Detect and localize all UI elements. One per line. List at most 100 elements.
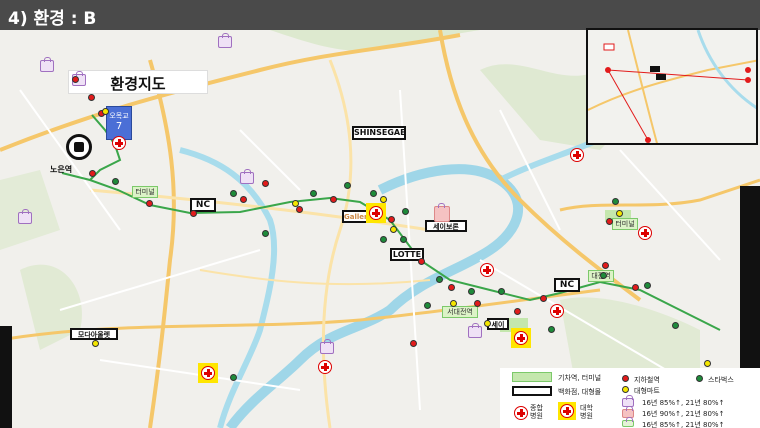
starbucks-dot[interactable] [436,276,443,283]
university-hospital-icon[interactable] [366,203,386,223]
edge-bar-left [0,326,12,428]
terminal-label-west[interactable]: 터미널 [132,186,158,198]
legend-dept-swatch [512,386,552,396]
starbucks-dot[interactable] [672,322,679,329]
mart-dot[interactable] [92,340,99,347]
subway-dot[interactable] [474,300,481,307]
general-hospital-icon[interactable] [112,136,126,150]
starbucks-dot[interactable] [468,288,475,295]
starbucks-dot[interactable] [310,190,317,197]
shinsegae-label[interactable]: SHINSEGAE [352,126,406,140]
legend-starbucks-dot [696,375,703,382]
legend-mart-icon-3 [622,417,634,427]
subway-dot[interactable] [72,76,79,83]
terminal-label-east[interactable]: 터미널 [612,218,638,230]
subway-dot[interactable] [296,206,303,213]
mart-dot[interactable] [292,200,299,207]
subway-dot[interactable] [146,200,153,207]
mart-dot[interactable] [616,210,623,217]
legend-train-swatch [512,372,552,382]
starbucks-dot[interactable] [600,272,607,279]
starbucks-dot[interactable] [548,326,555,333]
starbucks-dot[interactable] [344,182,351,189]
starbucks-dot[interactable] [380,236,387,243]
mart-dot[interactable] [484,320,491,327]
legend-dept-label: 백화점, 대형몰 [558,388,602,396]
legend-mart-dot [622,386,629,393]
edge-bar-right [740,186,760,386]
subway-dot[interactable] [88,94,95,101]
university-hospital-icon[interactable] [198,363,218,383]
mart-icon[interactable] [434,203,450,222]
general-hospital-icon[interactable] [638,226,652,240]
train-station-icon[interactable] [66,134,92,160]
starbucks-dot[interactable] [230,374,237,381]
subway-dot[interactable] [262,180,269,187]
legend-line1: 16년 85%↑, 21년 80%↑ [642,399,725,407]
university-hospital-icon[interactable] [511,328,531,348]
slide-header: 4) 환경 : B [0,0,760,30]
station-block[interactable]: 오목교 7 [106,106,132,140]
subway-dot[interactable] [632,284,639,291]
mart-icon[interactable] [468,323,482,338]
general-hospital-icon[interactable] [570,148,584,162]
starbucks-dot[interactable] [262,230,269,237]
legend-general-hospital-icon [514,406,528,420]
modano-label[interactable]: 모다아울렛 [70,328,118,340]
subway-dot[interactable] [89,170,96,177]
starbucks-dot[interactable] [112,178,119,185]
starbucks-dot[interactable] [230,190,237,197]
mart-dot[interactable] [390,226,397,233]
legend-starbucks-label: 스타벅스 [708,376,734,384]
map-legend: 기차역, 터미널 백화점, 대형몰 종합 병원 대학 병원 지하철역 대형마트 … [500,368,760,428]
general-hospital-icon[interactable] [318,360,332,374]
starbucks-dot[interactable] [644,282,651,289]
mart-icon[interactable] [18,209,32,224]
subway-dot[interactable] [410,340,417,347]
starbucks-dot[interactable] [498,288,505,295]
station-name: 오목교 [109,112,129,120]
subway-dot[interactable] [606,218,613,225]
starbucks-dot[interactable] [612,198,619,205]
map-title: 환경지도 [110,75,166,93]
legend-univ-hospital-icon [558,402,576,420]
legend-line3: 16년 85%↑, 21년 80%↑ [642,421,725,428]
starbucks-dot[interactable] [402,208,409,215]
subway-dot[interactable] [514,308,521,315]
mart-icon[interactable] [320,339,334,354]
nc-label-east[interactable]: NC [554,278,580,292]
mart-icon[interactable] [40,57,54,72]
legend-line2: 16년 90%↑, 21년 80%↑ [642,410,725,418]
slide-title: 4) 환경 : B [8,9,97,29]
map-title-box: 환경지도 [68,70,208,94]
subway-dot[interactable] [540,295,547,302]
starbucks-dot[interactable] [370,190,377,197]
mart-icon[interactable] [218,33,232,48]
minimap-svg [588,30,756,143]
mart-dot[interactable] [380,196,387,203]
legend-subway-dot [622,375,629,382]
mart-dot[interactable] [704,360,711,367]
general-hospital-icon[interactable] [480,263,494,277]
legend-general-hospital-label: 종합 병원 [530,404,543,420]
legend-univ-hospital-label: 대학 병원 [580,404,593,420]
subway-dot[interactable] [190,210,197,217]
subway-dot[interactable] [330,196,337,203]
noeun-label: 노은역 [50,165,73,174]
mart-dot[interactable] [102,108,109,115]
seodaejeon-station-label[interactable]: 서대전역 [442,306,478,318]
station-number: 7 [115,121,123,132]
legend-mart-label: 대형마트 [634,387,660,395]
general-hospital-icon[interactable] [550,304,564,318]
legend-subway-label: 지하철역 [634,376,660,384]
mart-dot[interactable] [450,300,457,307]
subway-dot[interactable] [388,216,395,223]
subway-dot[interactable] [448,284,455,291]
inset-minimap[interactable] [586,28,758,145]
subway-dot[interactable] [240,196,247,203]
mart-icon[interactable] [240,169,254,184]
subway-dot[interactable] [602,262,609,269]
starbucks-dot[interactable] [400,236,407,243]
subway-dot[interactable] [418,258,425,265]
starbucks-dot[interactable] [424,302,431,309]
